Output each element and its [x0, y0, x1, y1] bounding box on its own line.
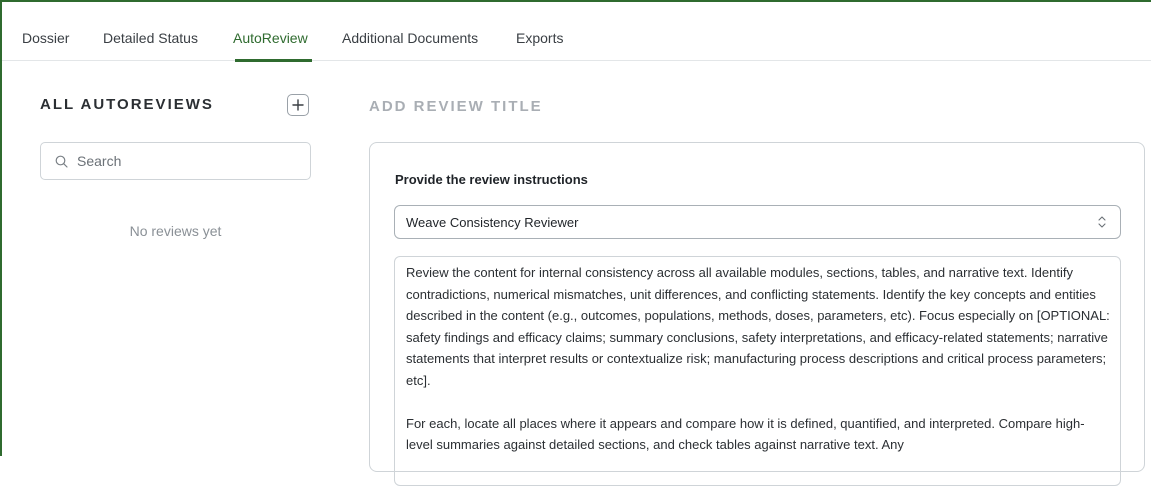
review-instructions-card: Provide the review instructions Weave Co… [369, 142, 1145, 486]
chevron-up-down-icon [1098, 216, 1106, 228]
plus-icon [292, 99, 304, 111]
instructions-textarea[interactable]: Review the content for internal consiste… [394, 256, 1121, 486]
add-review-button[interactable] [287, 94, 309, 116]
search-icon [55, 155, 68, 168]
tab-bar: Dossier Detailed Status AutoReview Addit… [2, 2, 1151, 62]
search-input[interactable] [77, 153, 287, 169]
instructions-label: Provide the review instructions [395, 172, 588, 187]
tab-exports[interactable]: Exports [516, 30, 563, 46]
tab-dossier[interactable]: Dossier [22, 30, 69, 46]
instructions-paragraph: Review the content for internal consiste… [406, 265, 1110, 388]
reviewer-select[interactable]: Weave Consistency Reviewer [394, 205, 1121, 239]
empty-reviews-message: No reviews yet [129, 223, 222, 239]
review-title-input[interactable]: ADD REVIEW TITLE [369, 98, 543, 115]
active-tab-indicator [235, 59, 312, 62]
selected-reviewer-value: Weave Consistency Reviewer [406, 214, 579, 230]
search-box [40, 142, 311, 180]
sidebar-title: ALL AUTOREVIEWS [40, 96, 214, 113]
tab-additional-documents[interactable]: Additional Documents [342, 30, 478, 46]
tab-autoreview[interactable]: AutoReview [233, 30, 308, 46]
tab-detailed-status[interactable]: Detailed Status [103, 30, 198, 46]
instructions-paragraph: For each, locate all places where it app… [406, 415, 1085, 453]
